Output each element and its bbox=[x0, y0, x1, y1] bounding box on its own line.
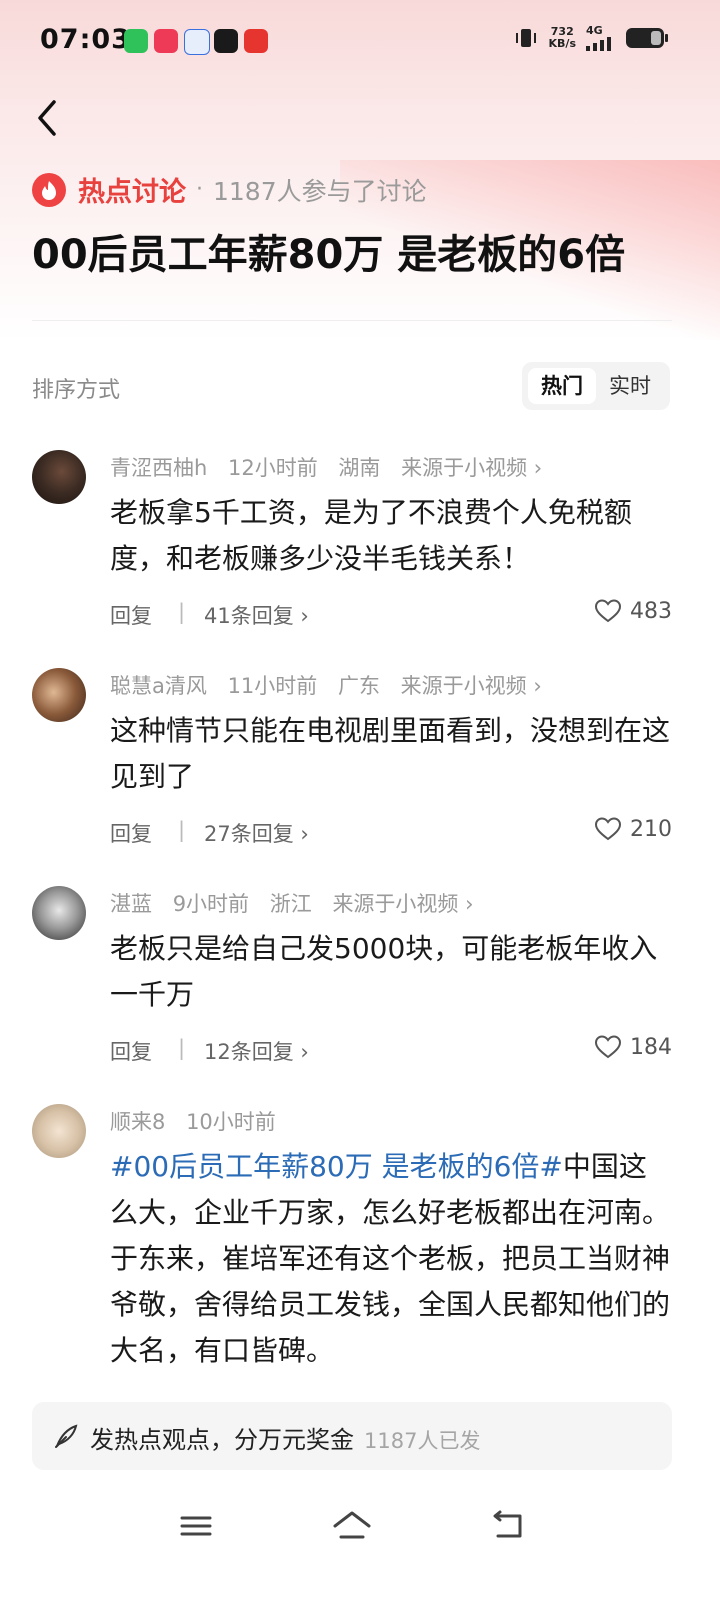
return-button[interactable] bbox=[486, 1506, 530, 1546]
comment-source-link[interactable]: 来源于小视频 › bbox=[401, 456, 542, 480]
sort-toggle: 热门 实时 bbox=[522, 362, 670, 410]
wechat-icon bbox=[124, 29, 148, 53]
comment-text: 这种情节只能在电视剧里面看到，没想到在这见到了 bbox=[110, 714, 671, 793]
post-count: 1187人已发 bbox=[364, 1429, 481, 1453]
menu-icon bbox=[180, 1516, 212, 1536]
battery-icon bbox=[626, 27, 668, 48]
like-count: 483 bbox=[630, 598, 672, 624]
action-separator: | bbox=[178, 818, 186, 842]
comment-text: #00后员工年薪80万 是老板的6倍#中国这么大，企业千万家，怎么好老板都出在河… bbox=[110, 1144, 674, 1374]
comment-actions: 回复 | 27条回复 › 210 bbox=[110, 816, 672, 848]
like-button[interactable]: 483 bbox=[594, 598, 672, 624]
capcut-icon bbox=[214, 29, 238, 53]
reply-count-link[interactable]: 27条回复 › bbox=[204, 818, 309, 848]
comment-location: 浙江 bbox=[269, 892, 312, 916]
topic-label: 热点讨论 bbox=[78, 177, 186, 208]
comment-meta: 聪慧a清风 11小时前 广东 来源于小视频 › bbox=[110, 670, 556, 700]
comment-username[interactable]: 顺来8 bbox=[110, 1110, 165, 1134]
heart-icon bbox=[594, 599, 622, 623]
reply-count-link[interactable]: 41条回复 › bbox=[204, 600, 309, 630]
comment-time: 12小时前 bbox=[228, 456, 318, 480]
sort-option-realtime[interactable]: 实时 bbox=[596, 368, 664, 404]
status-bar: 07:03 732 KB/s 4G bbox=[0, 0, 720, 84]
back-button[interactable] bbox=[30, 96, 70, 140]
hashtag-link[interactable]: #00后员工年薪80万 是老板的6倍# bbox=[110, 1150, 563, 1183]
comment-time: 9小时前 bbox=[172, 892, 250, 916]
comment-username[interactable]: 青涩西柚h bbox=[110, 456, 207, 480]
post-prompt: 发热点观点，分万元奖金 bbox=[90, 1426, 354, 1454]
sort-option-hot[interactable]: 热门 bbox=[528, 368, 596, 404]
comment-username[interactable]: 湛蓝 bbox=[110, 892, 152, 916]
comment-text: 老板只是给自己发5000块，可能老板年收入一千万 bbox=[110, 932, 658, 1011]
like-count: 210 bbox=[630, 816, 672, 842]
network-speed: 732 KB/s bbox=[548, 24, 576, 50]
pen-icon bbox=[55, 1424, 78, 1448]
divider bbox=[32, 320, 672, 321]
comment-source-link[interactable]: 来源于小视频 › bbox=[401, 674, 542, 698]
back-icon bbox=[38, 100, 56, 136]
comment-meta: 青涩西柚h 12小时前 湖南 来源于小视频 › bbox=[110, 452, 556, 482]
heart-icon bbox=[594, 817, 622, 841]
fire-icon bbox=[32, 172, 66, 207]
like-count: 184 bbox=[630, 1034, 672, 1060]
reply-button[interactable]: 回复 bbox=[110, 818, 152, 848]
system-navigation-bar bbox=[0, 1496, 720, 1566]
app-notification-icon bbox=[154, 29, 178, 53]
game-app-icon bbox=[244, 29, 268, 53]
menu-button[interactable] bbox=[174, 1506, 218, 1546]
avatar[interactable] bbox=[32, 886, 86, 940]
baidu-icon bbox=[184, 29, 210, 55]
comment-actions: 回复 | 12条回复 › 184 bbox=[110, 1034, 672, 1066]
status-right-group: 732 KB/s 4G bbox=[513, 24, 668, 51]
action-separator: | bbox=[178, 1036, 186, 1060]
like-button[interactable]: 210 bbox=[594, 816, 672, 842]
speed-unit: KB/s bbox=[548, 36, 576, 50]
post-opinion-label: 发热点观点，分万元奖金 1187人已发 bbox=[90, 1420, 480, 1455]
avatar[interactable] bbox=[32, 668, 86, 722]
comment-source-link[interactable]: 来源于小视频 › bbox=[332, 892, 473, 916]
reply-count-link[interactable]: 12条回复 › bbox=[204, 1036, 309, 1066]
page-title: 00后员工年薪80万 是老板的6倍 bbox=[32, 232, 626, 278]
network-type: 4G bbox=[586, 24, 603, 37]
reply-button[interactable]: 回复 bbox=[110, 600, 152, 630]
comment-location: 广东 bbox=[337, 674, 380, 698]
comment-meta: 湛蓝 9小时前 浙江 来源于小视频 › bbox=[110, 888, 488, 918]
home-icon bbox=[333, 1511, 371, 1539]
signal-icon bbox=[586, 37, 611, 51]
participant-count: 1187人参与了讨论 bbox=[213, 176, 427, 206]
heart-icon bbox=[594, 1035, 622, 1059]
comment-username[interactable]: 聪慧a清风 bbox=[110, 674, 207, 698]
comment-location: 湖南 bbox=[338, 456, 381, 480]
avatar[interactable] bbox=[32, 1104, 86, 1158]
home-button[interactable] bbox=[330, 1506, 374, 1546]
comment-meta: 顺来8 10小时前 bbox=[110, 1106, 290, 1136]
status-time: 07:03 bbox=[40, 24, 131, 55]
topic-header: 热点讨论 · 1187人参与了讨论 bbox=[32, 170, 427, 209]
comment-text: 老板拿5千工资，是为了不浪费个人免税额度，和老板赚多少没半毛钱关系！ bbox=[110, 496, 632, 575]
sort-label: 排序方式 bbox=[32, 378, 121, 403]
like-button[interactable]: 184 bbox=[594, 1034, 672, 1060]
cellular-group: 4G bbox=[586, 24, 616, 51]
vibrate-icon bbox=[515, 28, 536, 47]
comment-time: 10小时前 bbox=[186, 1110, 276, 1134]
speed-value: 732 bbox=[550, 24, 574, 38]
action-separator: | bbox=[178, 600, 186, 624]
return-icon bbox=[493, 1510, 522, 1538]
topic-separator: · bbox=[196, 177, 203, 202]
reply-button[interactable]: 回复 bbox=[110, 1036, 152, 1066]
comment-actions: 回复 | 41条回复 › 483 bbox=[110, 598, 672, 630]
comment-time: 11小时前 bbox=[227, 674, 318, 698]
post-opinion-bar[interactable]: 发热点观点，分万元奖金 1187人已发 bbox=[32, 1402, 672, 1470]
avatar[interactable] bbox=[32, 450, 86, 504]
